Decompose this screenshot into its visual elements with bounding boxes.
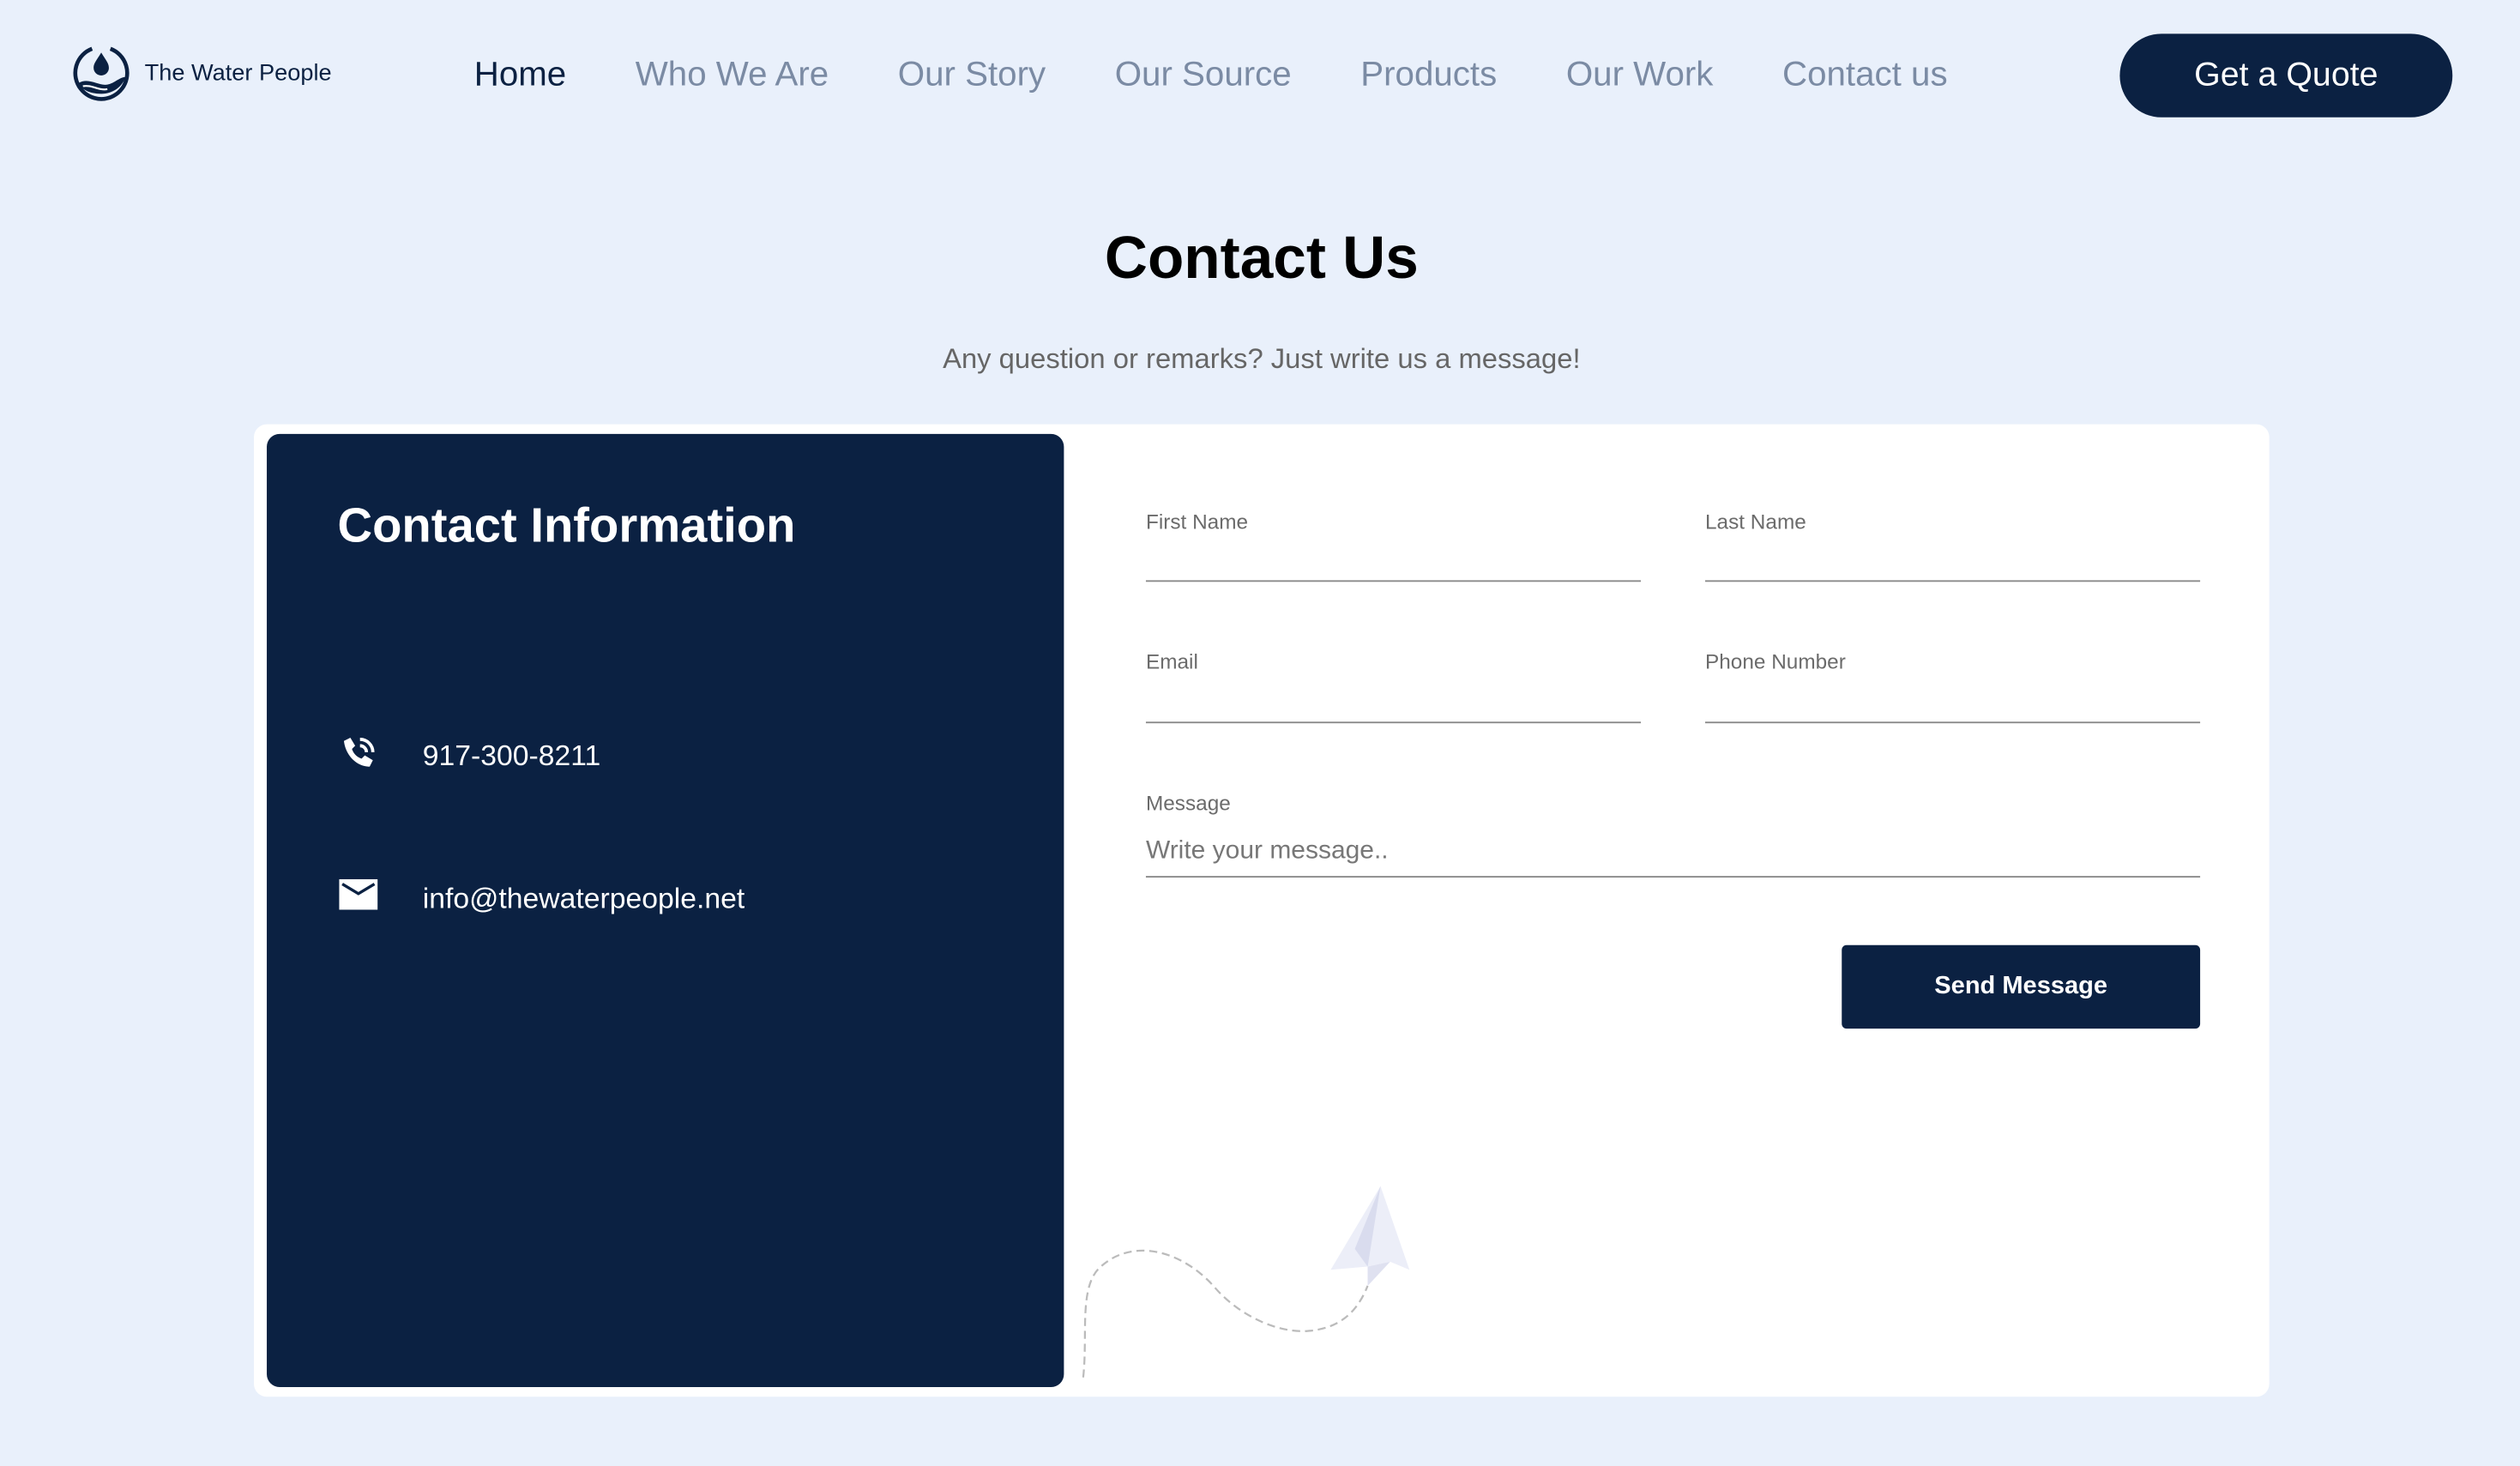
mail-icon bbox=[339, 878, 378, 910]
brand-name: The Water People bbox=[144, 61, 332, 87]
message-label: Message bbox=[1145, 790, 1231, 815]
page-subtitle: Any question or remarks? Just write us a… bbox=[943, 342, 1581, 375]
nav-products[interactable]: Products bbox=[1360, 55, 1497, 95]
first-name-label: First Name bbox=[1145, 509, 1249, 534]
paper-plane-illustration-icon bbox=[1082, 1185, 1410, 1378]
phone-icon bbox=[343, 738, 375, 767]
page-title: Contact Us bbox=[1104, 225, 1419, 292]
get-quote-button[interactable]: Get a Quote bbox=[2119, 33, 2453, 118]
nav-our-story[interactable]: Our Story bbox=[898, 55, 1046, 95]
nav-our-work[interactable]: Our Work bbox=[1566, 55, 1714, 95]
phone-label: Phone Number bbox=[1704, 649, 1846, 674]
brand-logo[interactable]: The Water People bbox=[70, 44, 332, 105]
email-field[interactable] bbox=[1145, 721, 1642, 724]
message-placeholder[interactable]: Write your message.. bbox=[1146, 837, 1389, 866]
phone-number[interactable]: 917-300-8211 bbox=[423, 739, 601, 773]
main-nav: Home Who We Are Our Story Our Source Pro… bbox=[474, 55, 2017, 95]
email-label: Email bbox=[1145, 649, 1198, 674]
nav-home[interactable]: Home bbox=[474, 55, 566, 95]
first-name-field[interactable] bbox=[1145, 580, 1642, 582]
send-message-button[interactable]: Send Message bbox=[1842, 944, 2201, 1029]
nav-our-source[interactable]: Our Source bbox=[1115, 55, 1292, 95]
nav-contact-us[interactable]: Contact us bbox=[1782, 55, 1948, 95]
contact-info-title: Contact Information bbox=[337, 499, 796, 553]
last-name-field[interactable] bbox=[1704, 580, 2201, 582]
last-name-label: Last Name bbox=[1704, 509, 1806, 534]
message-field[interactable] bbox=[1145, 876, 2201, 878]
water-drop-logo-icon bbox=[73, 46, 130, 101]
nav-who-we-are[interactable]: Who We Are bbox=[636, 55, 829, 95]
email-address[interactable]: info@thewaterpeople.net bbox=[423, 883, 745, 916]
phone-field[interactable] bbox=[1704, 721, 2201, 724]
